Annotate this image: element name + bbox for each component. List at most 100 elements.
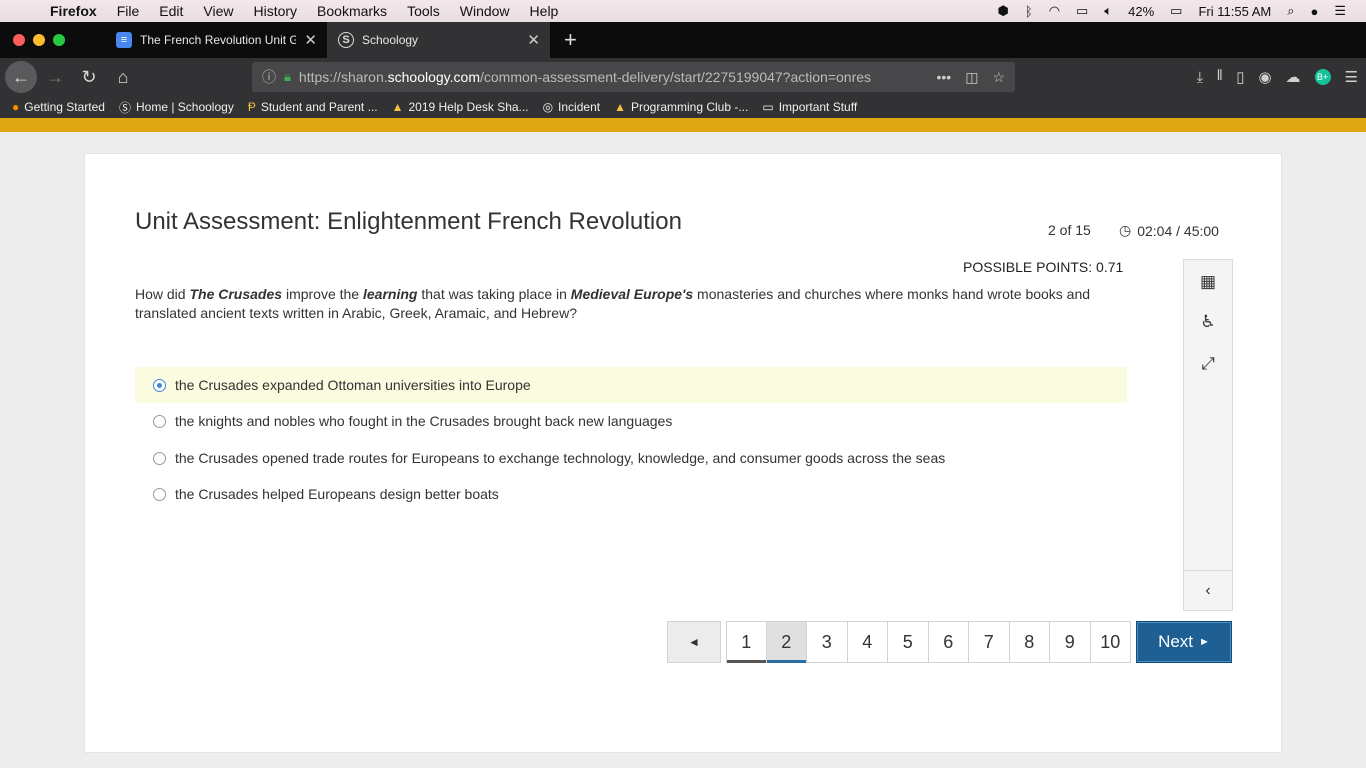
previous-question-button[interactable]: ◄ [667, 621, 721, 663]
info-icon[interactable]: ⓘ [262, 67, 276, 87]
bookmark-label: Programming Club -... [630, 100, 749, 114]
menu-view[interactable]: View [193, 3, 243, 19]
close-tab-icon[interactable]: ✕ [304, 31, 317, 49]
bookmark-student-parent[interactable]: Ᵽ Student and Parent ... [248, 100, 378, 114]
menu-tools[interactable]: Tools [397, 3, 450, 19]
calculator-icon[interactable]: ▦ [1184, 262, 1232, 302]
page-6[interactable]: 6 [928, 621, 969, 663]
page-8[interactable]: 8 [1009, 621, 1050, 663]
answer-choice-2[interactable]: the knights and nobles who fought in the… [135, 403, 1127, 439]
accessibility-icon[interactable]: ♿︎ [1184, 302, 1232, 342]
choice-label: the knights and nobles who fought in the… [175, 413, 673, 429]
bookmark-label: Important Stuff [778, 100, 858, 114]
battery-status[interactable]: 42% [1120, 4, 1162, 19]
next-question-button[interactable]: Next ► [1136, 621, 1232, 663]
page-9[interactable]: 9 [1050, 621, 1091, 663]
close-tab-icon[interactable]: ✕ [527, 31, 540, 49]
url-bar[interactable]: ⓘ 🔒︎ https://sharon.schoology.com/common… [252, 62, 1015, 92]
firefox-icon: ● [12, 100, 20, 114]
radio[interactable] [153, 487, 166, 501]
folder-icon: ▭ [762, 100, 774, 114]
fullscreen-icon[interactable]: ⤢ [1184, 344, 1232, 384]
home-button[interactable]: ⌂ [107, 61, 139, 93]
dropbox-icon[interactable]: ⬢ [990, 3, 1017, 19]
zoom-window-button[interactable] [53, 34, 65, 46]
tab-title: The French Revolution Unit Gui [140, 33, 297, 47]
spotlight-icon[interactable]: ⌕ [1279, 3, 1302, 19]
question-pager: ◄ 1 2 3 4 5 6 7 8 9 10 Next ► [667, 621, 1232, 663]
answer-choice-1[interactable]: the Crusades expanded Ottoman universiti… [135, 367, 1127, 403]
question-text: How did The Crusades improve the learnin… [135, 286, 1091, 321]
menu-icon[interactable]: ☰ [1345, 68, 1358, 86]
menu-window[interactable]: Window [450, 3, 520, 19]
clock[interactable]: Fri 11:55 AM [1190, 4, 1279, 19]
next-label: Next [1158, 632, 1194, 651]
choice-label: the Crusades opened trade routes for Eur… [175, 450, 946, 466]
pocket-icon[interactable]: ◫ [965, 69, 978, 86]
menu-history[interactable]: History [243, 3, 307, 19]
schoology-header-bar [0, 118, 1366, 132]
downloads-icon[interactable]: ⤓ [1196, 69, 1203, 86]
collapse-panel-icon[interactable]: ‹ [1184, 570, 1232, 610]
menu-file[interactable]: File [107, 3, 150, 19]
tab-french-revolution[interactable]: ≡ The French Revolution Unit Gui ✕ [106, 22, 328, 58]
radio[interactable] [153, 451, 166, 465]
page-actions-icon[interactable]: ••• [936, 69, 951, 86]
schoology-icon: Ⓢ [118, 100, 131, 115]
window-controls [0, 34, 106, 46]
library-icon[interactable]: 𝍪 [1217, 65, 1222, 90]
extension-icon[interactable]: ☁ [1286, 68, 1301, 86]
timer-value: 02:04 / 45:00 [1137, 222, 1219, 239]
new-tab-icon[interactable]: + [550, 27, 577, 53]
page-1[interactable]: 1 [726, 621, 767, 663]
forward-button[interactable]: → [39, 61, 71, 93]
menu-bookmarks[interactable]: Bookmarks [307, 3, 397, 19]
bookmark-programming-club[interactable]: ▲ Programming Club -... [614, 100, 748, 114]
siri-icon[interactable]: ● [1302, 4, 1326, 19]
menu-firefox[interactable]: Firefox [40, 3, 107, 19]
bookmark-star-icon[interactable]: ☆ [992, 69, 1005, 86]
bookmark-label: 2019 Help Desk Sha... [408, 100, 529, 114]
close-window-button[interactable] [13, 34, 25, 46]
drive-icon: ▲ [391, 100, 404, 114]
minimize-window-button[interactable] [33, 34, 45, 46]
account-icon[interactable]: ◉ [1258, 68, 1271, 86]
menu-help[interactable]: Help [520, 3, 569, 19]
lock-icon[interactable]: 🔒︎ [284, 69, 291, 85]
notification-center-icon[interactable]: ☰ [1326, 3, 1354, 19]
bookmark-important-stuff[interactable]: ▭ Important Stuff [762, 100, 857, 114]
back-button[interactable]: ← [5, 61, 37, 93]
sidebar-icon[interactable]: ▯ [1236, 68, 1244, 86]
bookmark-label: Student and Parent ... [260, 100, 378, 114]
reload-button[interactable]: ↻ [73, 61, 105, 93]
bookmark-getting-started[interactable]: ● Getting Started [12, 100, 105, 114]
bookmark-incident[interactable]: ◎ Incident [543, 100, 601, 114]
bookmarks-bar: ● Getting Started Ⓢ Home | Schoology Ᵽ Stud… [0, 96, 1366, 118]
page-10[interactable]: 10 [1090, 621, 1131, 663]
choice-label: the Crusades expanded Ottoman universiti… [175, 377, 531, 393]
tab-schoology[interactable]: S Schoology ✕ [328, 22, 550, 58]
bookmark-label: Incident [558, 100, 601, 114]
grammarly-icon[interactable]: B+ [1314, 69, 1331, 85]
page-5[interactable]: 5 [888, 621, 929, 663]
radio-selected[interactable] [153, 378, 166, 392]
answer-choice-3[interactable]: the Crusades opened trade routes for Eur… [135, 440, 1127, 476]
page-7[interactable]: 7 [969, 621, 1010, 663]
battery-icon[interactable]: ▭ [1162, 3, 1190, 19]
airplay-icon[interactable]: ▭ [1068, 3, 1096, 19]
bookmark-home-schoology[interactable]: Ⓢ Home | Schoology [119, 99, 234, 116]
url-text[interactable]: https://sharon.schoology.com/common-asse… [299, 69, 937, 85]
page-content: Unit Assessment: Enlightenment French Re… [0, 132, 1366, 768]
nav-toolbar: ← → ↻ ⌂ ⓘ 🔒︎ https://sharon.schoology.co… [0, 58, 1366, 96]
answer-choice-4[interactable]: the Crusades helped Europeans design bet… [135, 476, 1127, 512]
wifi-icon[interactable]: ◠ [1041, 3, 1068, 19]
radio[interactable] [153, 414, 166, 428]
docs-icon: ≡ [116, 32, 132, 48]
page-3[interactable]: 3 [807, 621, 848, 663]
bluetooth-icon[interactable]: ᛒ [1017, 4, 1041, 19]
volume-icon[interactable]: 🔈︎ [1096, 3, 1120, 19]
bookmark-help-desk[interactable]: ▲ 2019 Help Desk Sha... [392, 100, 529, 114]
page-2-current[interactable]: 2 [766, 621, 807, 663]
menu-edit[interactable]: Edit [149, 3, 193, 19]
page-4[interactable]: 4 [847, 621, 888, 663]
